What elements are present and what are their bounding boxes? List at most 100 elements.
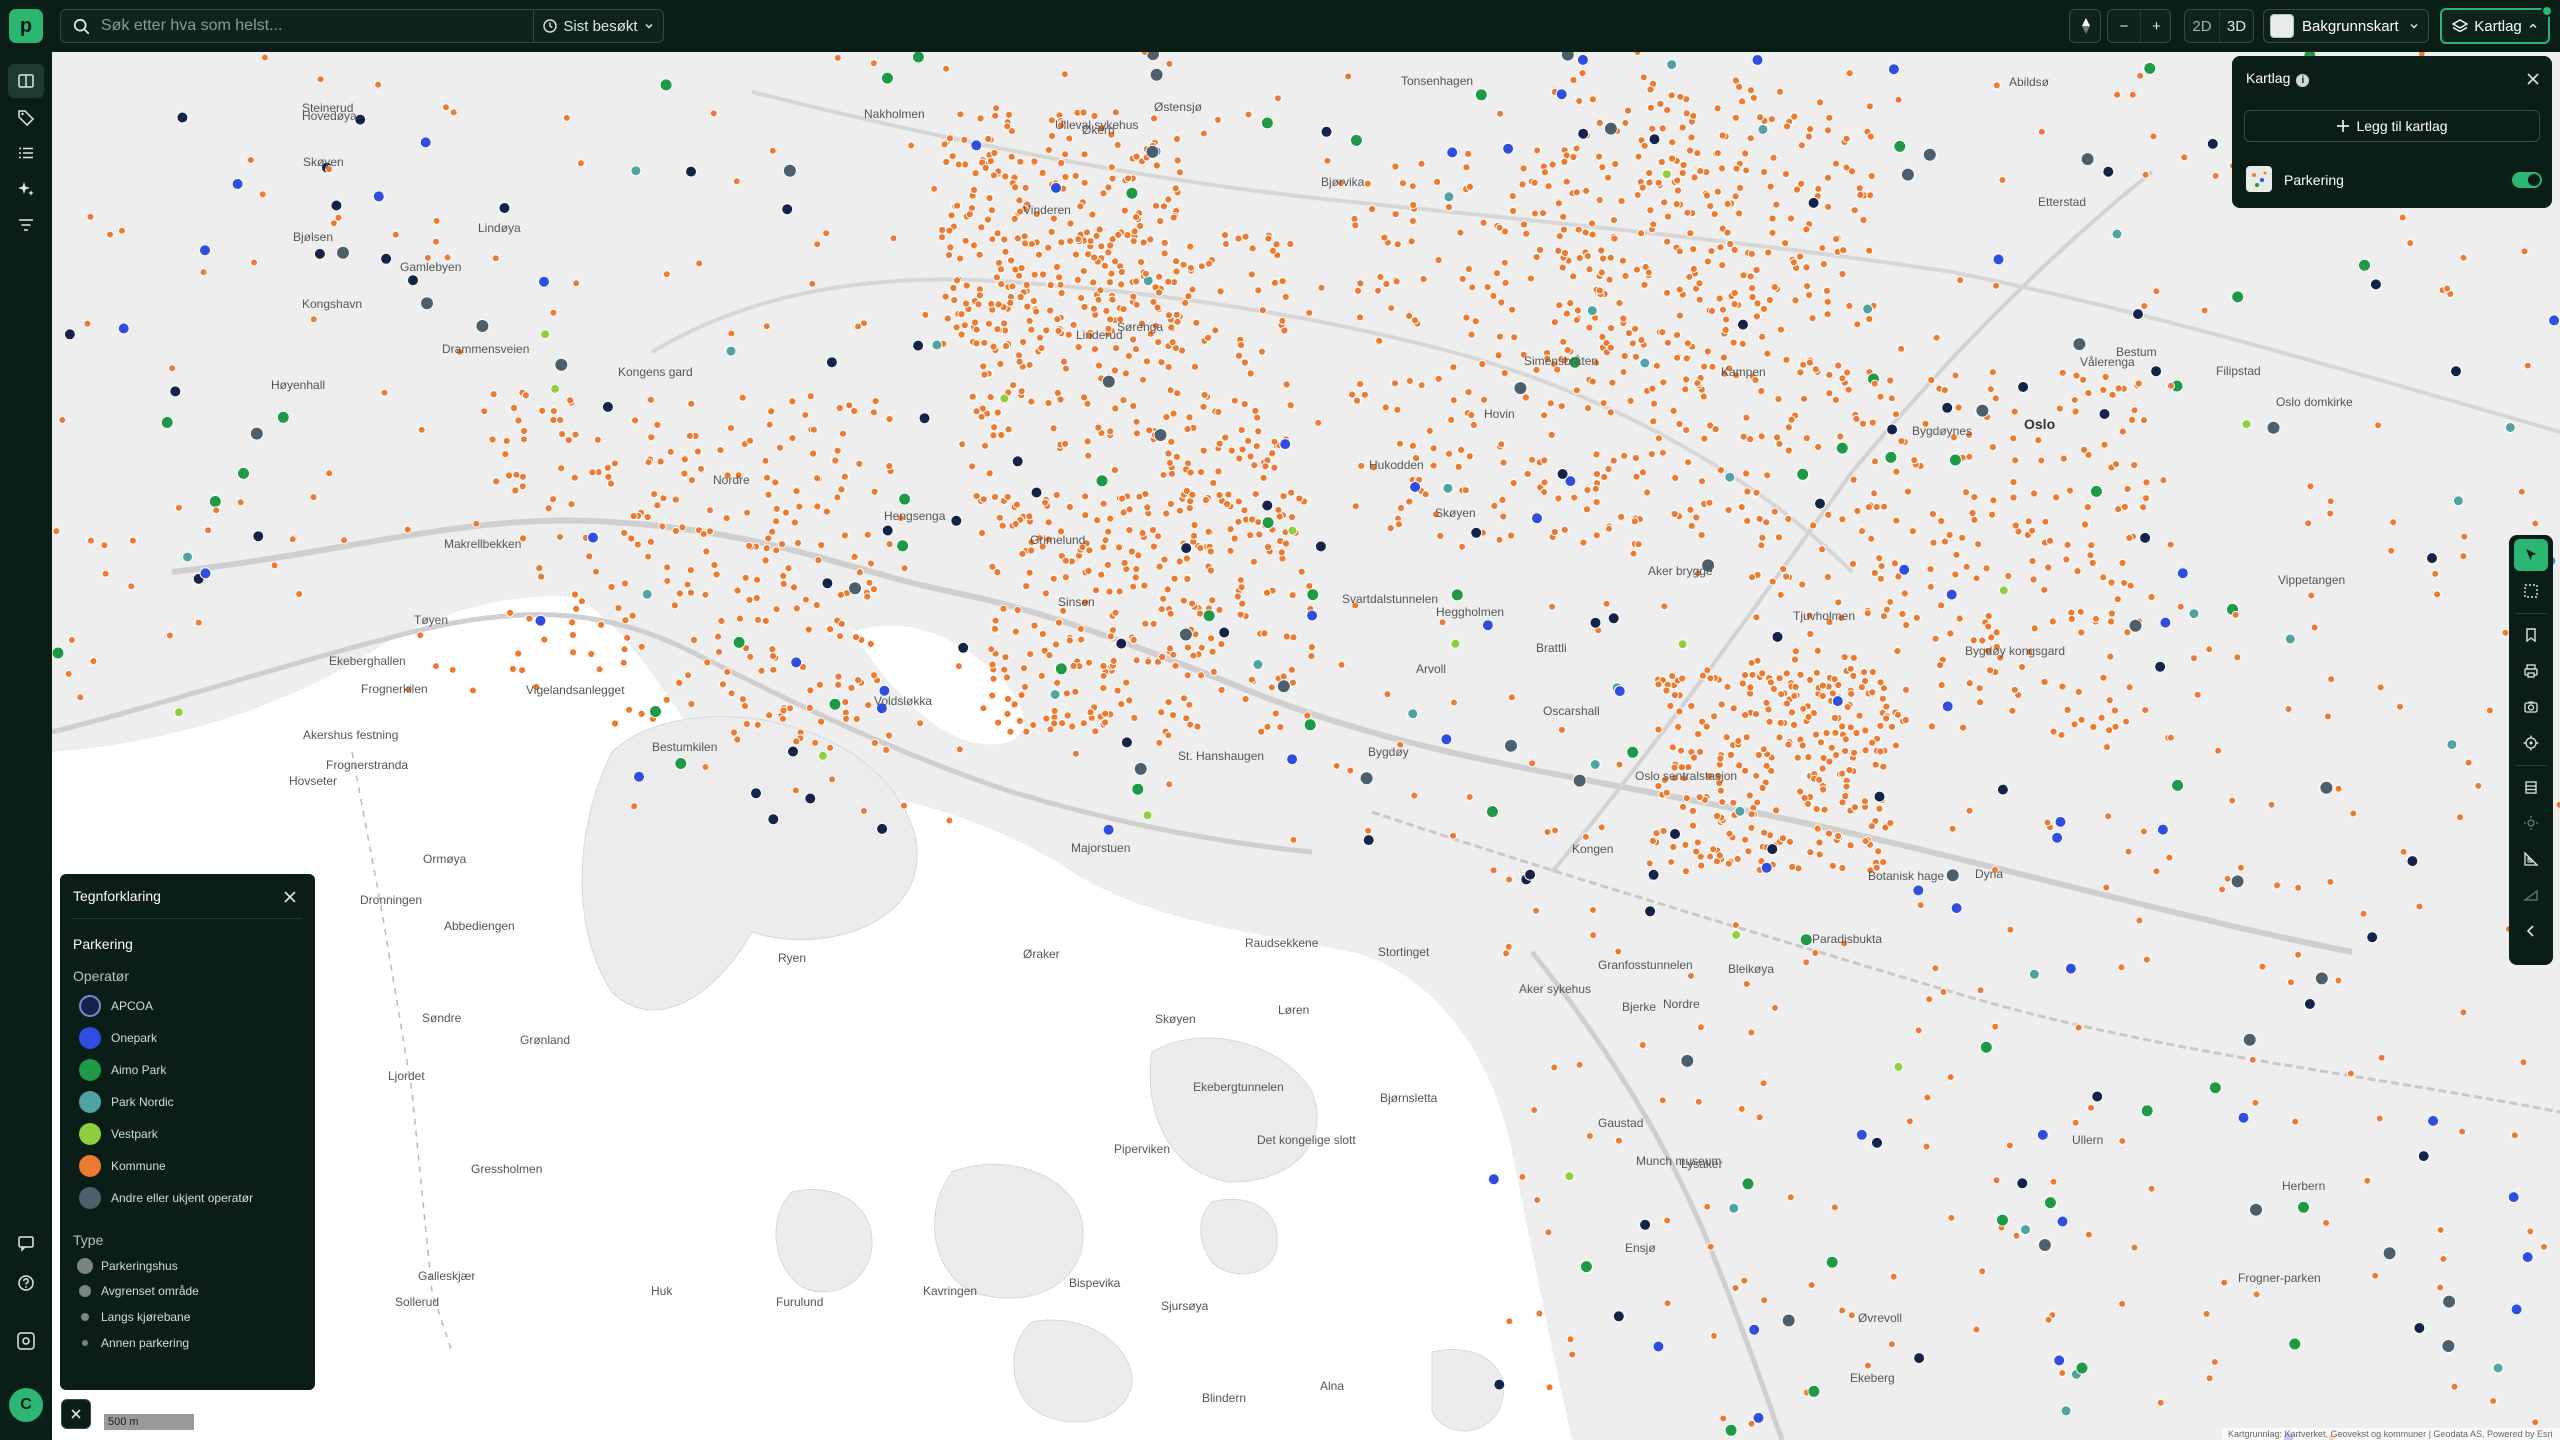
parking-marker[interactable]: [1649, 220, 1658, 229]
parking-marker[interactable]: [1978, 1267, 1987, 1276]
parking-marker[interactable]: [912, 339, 925, 352]
parking-marker[interactable]: [2426, 552, 2438, 565]
parking-marker[interactable]: [1216, 287, 1225, 296]
parking-marker[interactable]: [1521, 393, 1531, 402]
parking-marker[interactable]: [2205, 645, 2214, 654]
parking-marker[interactable]: [2334, 976, 2343, 985]
parking-marker[interactable]: [1495, 535, 1504, 544]
parking-marker[interactable]: [1270, 463, 1279, 472]
parking-marker[interactable]: [1675, 285, 1684, 294]
parking-marker[interactable]: [1173, 156, 1182, 165]
parking-marker[interactable]: [980, 370, 989, 379]
parking-marker[interactable]: [1136, 258, 1146, 267]
parking-marker[interactable]: [1281, 539, 1291, 548]
parking-marker[interactable]: [1011, 455, 1024, 468]
parking-marker[interactable]: [1485, 805, 1499, 819]
parking-marker[interactable]: [1791, 647, 1800, 656]
app-logo[interactable]: p: [9, 9, 43, 43]
parking-marker[interactable]: [957, 310, 966, 319]
parking-marker[interactable]: [962, 299, 971, 308]
parking-marker[interactable]: [1089, 304, 1099, 313]
parking-marker[interactable]: [1357, 461, 1366, 470]
parking-marker[interactable]: [1675, 419, 1684, 429]
parking-marker[interactable]: [2108, 390, 2117, 399]
parking-marker[interactable]: [1897, 344, 1906, 353]
parking-marker[interactable]: [2062, 555, 2071, 564]
parking-marker[interactable]: [733, 586, 742, 595]
parking-marker[interactable]: [1823, 126, 1833, 135]
parking-marker[interactable]: [1197, 468, 1206, 477]
parking-marker[interactable]: [2214, 746, 2223, 755]
parking-marker[interactable]: [1682, 794, 1691, 803]
parking-marker[interactable]: [1090, 345, 1100, 354]
parking-marker[interactable]: [1781, 1313, 1796, 1328]
parking-marker[interactable]: [975, 291, 985, 300]
parking-marker[interactable]: [2439, 1255, 2448, 1263]
parking-marker[interactable]: [1759, 745, 1768, 754]
parking-marker[interactable]: [1753, 798, 1762, 807]
parking-marker[interactable]: [2057, 731, 2066, 739]
parking-marker[interactable]: [1645, 168, 1654, 178]
parking-marker[interactable]: [1787, 415, 1796, 424]
parking-marker[interactable]: [1696, 1023, 1705, 1032]
parking-marker[interactable]: [1818, 244, 1827, 252]
parking-marker[interactable]: [882, 745, 891, 755]
parking-marker[interactable]: [1771, 1003, 1779, 1012]
parking-marker[interactable]: [1824, 202, 1833, 211]
parking-marker[interactable]: [1257, 727, 1266, 736]
parking-marker[interactable]: [725, 345, 737, 357]
parking-marker[interactable]: [1992, 1176, 2001, 1185]
parking-marker[interactable]: [1264, 234, 1273, 243]
parking-marker[interactable]: [1554, 494, 1563, 503]
parking-marker[interactable]: [685, 165, 697, 178]
parking-marker[interactable]: [1134, 551, 1143, 560]
close-legend-button[interactable]: [61, 1399, 91, 1429]
parking-marker[interactable]: [2130, 1243, 2139, 1252]
parking-marker[interactable]: [570, 590, 580, 599]
parking-marker[interactable]: [876, 822, 889, 835]
parking-marker[interactable]: [1104, 248, 1113, 257]
parking-marker[interactable]: [2102, 883, 2111, 892]
parking-marker[interactable]: [514, 416, 523, 425]
parking-marker[interactable]: [1759, 1079, 1768, 1088]
parking-marker[interactable]: [1866, 132, 1875, 141]
parking-marker[interactable]: [1059, 357, 1069, 366]
parking-marker[interactable]: [1834, 831, 1843, 841]
parking-marker[interactable]: [1815, 850, 1824, 859]
parking-marker[interactable]: [1027, 325, 1036, 334]
parking-marker[interactable]: [1632, 472, 1641, 481]
parking-marker[interactable]: [576, 159, 585, 168]
parking-marker[interactable]: [1044, 518, 1053, 527]
parking-marker[interactable]: [1660, 198, 1669, 207]
parking-marker[interactable]: [764, 534, 773, 543]
parking-marker[interactable]: [2323, 712, 2332, 721]
parking-marker[interactable]: [1149, 542, 1159, 551]
parking-marker[interactable]: [1457, 445, 1466, 454]
parking-marker[interactable]: [514, 649, 523, 658]
parking-marker[interactable]: [729, 728, 739, 737]
parking-marker[interactable]: [2459, 552, 2468, 561]
parking-marker[interactable]: [1074, 235, 1083, 244]
parking-marker[interactable]: [996, 359, 1005, 368]
parking-marker[interactable]: [881, 524, 894, 537]
parking-marker[interactable]: [1747, 658, 1756, 667]
parking-marker[interactable]: [1032, 307, 1041, 316]
parking-marker[interactable]: [1660, 602, 1669, 611]
parking-marker[interactable]: [1004, 110, 1014, 119]
parking-marker[interactable]: [1776, 718, 1785, 728]
parking-marker[interactable]: [1976, 986, 1985, 995]
parking-marker[interactable]: [2189, 654, 2198, 663]
parking-marker[interactable]: [1495, 332, 1505, 341]
parking-marker[interactable]: [1757, 124, 1769, 135]
parking-marker[interactable]: [2441, 1339, 2456, 1353]
parking-marker[interactable]: [1572, 773, 1587, 788]
parking-marker[interactable]: [1165, 780, 1174, 789]
parking-marker[interactable]: [805, 703, 815, 713]
parking-marker[interactable]: [1157, 708, 1166, 717]
parking-marker[interactable]: [606, 479, 616, 488]
parking-marker[interactable]: [1706, 202, 1715, 211]
parking-marker[interactable]: [2107, 609, 2116, 618]
parking-marker[interactable]: [1206, 547, 1215, 556]
parking-marker[interactable]: [1950, 902, 1963, 915]
parking-marker[interactable]: [822, 507, 832, 516]
